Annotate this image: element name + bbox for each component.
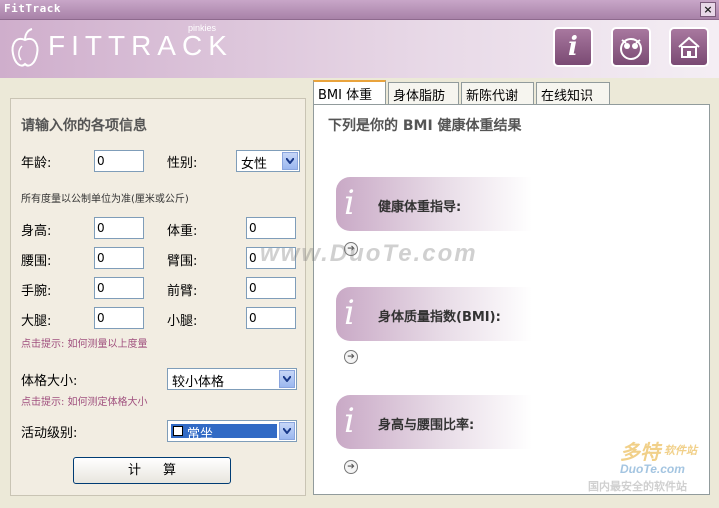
logo-text: FITTRACK: [48, 30, 233, 61]
chevron-down-icon: [279, 370, 295, 388]
gender-select[interactable]: 女性: [236, 150, 300, 172]
weight-input[interactable]: 0: [246, 217, 296, 239]
watermark-center: www.DuoTe.com: [260, 240, 478, 267]
bmi-label: 身体质量指数(BMI):: [378, 310, 501, 325]
chevron-down-icon: [279, 422, 295, 440]
app-window: FitTrack × FITTRACK pinkies i 请输入你的各项信息 …: [0, 0, 719, 508]
wrist-label: 手腕:: [21, 284, 52, 299]
info-icon: i: [344, 293, 355, 333]
weight-label: 体重:: [167, 224, 198, 239]
tab-body-fat[interactable]: 身体脂肪: [388, 82, 459, 104]
activity-label: 活动级别:: [21, 426, 78, 441]
input-panel: 请输入你的各项信息 年龄: 0 性别: 女性 所有度量以公制单位为准(厘米或公斤…: [10, 98, 306, 496]
frame-select[interactable]: 较小体格: [167, 368, 297, 390]
waist-input[interactable]: 0: [94, 247, 144, 269]
wrist-input[interactable]: 0: [94, 277, 144, 299]
info-icon: i: [344, 401, 355, 441]
owl-button[interactable]: [611, 27, 651, 67]
calculate-button[interactable]: 计算: [73, 457, 231, 484]
activity-value: 常坐: [187, 427, 214, 442]
apple-logo-icon: [11, 28, 39, 67]
tab-metabolism[interactable]: 新陈代谢: [461, 82, 534, 104]
owl-icon: [620, 38, 642, 60]
healthy-weight-label: 健康体重指导:: [378, 200, 462, 215]
arm-label: 臂围:: [167, 254, 198, 269]
thigh-label: 大腿:: [21, 314, 52, 329]
healthy-weight-card: i 健康体重指导:: [336, 177, 532, 231]
frame-hint-link[interactable]: 点击提示: 如何测定体格大小: [21, 393, 148, 408]
frame-label: 体格大小:: [21, 374, 78, 389]
bmi-card: i 身体质量指数(BMI):: [336, 287, 532, 341]
close-button[interactable]: ×: [700, 2, 716, 17]
height-label: 身高:: [21, 224, 52, 239]
age-input[interactable]: 0: [94, 150, 144, 172]
info-icon: i: [344, 183, 355, 223]
waist-ratio-card: i 身高与腰围比率:: [336, 395, 532, 449]
watermark-brand: 多特: [620, 442, 660, 464]
activity-swatch: [173, 426, 183, 436]
window-title: FitTrack: [4, 2, 61, 15]
results-title: 下列是你的 BMI 健康体重结果: [328, 118, 522, 134]
info-icon: i: [568, 32, 578, 62]
height-input[interactable]: 0: [94, 217, 144, 239]
expand-arrow-icon[interactable]: ➔: [344, 460, 358, 474]
tab-online-knowledge[interactable]: 在线知识: [536, 82, 610, 104]
home-button[interactable]: [669, 27, 709, 67]
unit-note: 所有度量以公制单位为准(厘米或公斤): [21, 194, 189, 205]
forearm-label: 前臂:: [167, 284, 198, 299]
home-icon: [678, 36, 700, 58]
forearm-input[interactable]: 0: [246, 277, 296, 299]
calf-label: 小腿:: [167, 314, 198, 329]
activity-select[interactable]: 常坐: [167, 420, 297, 442]
info-button[interactable]: i: [553, 27, 593, 67]
chevron-down-icon: [282, 152, 298, 170]
thigh-input[interactable]: 0: [94, 307, 144, 329]
measure-hint-link[interactable]: 点击提示: 如何测量以上度量: [21, 335, 148, 350]
logo-subtitle: pinkies: [188, 23, 217, 33]
title-bar[interactable]: FitTrack ×: [0, 0, 719, 20]
watermark-slogan: 国内最安全的软件站: [588, 481, 687, 493]
form-heading: 请输入你的各项信息: [21, 118, 147, 134]
expand-arrow-icon[interactable]: ➔: [344, 350, 358, 364]
app-header: FITTRACK pinkies i: [0, 20, 719, 78]
tab-bmi-weight[interactable]: BMI 体重: [313, 80, 386, 104]
waist-label: 腰围:: [21, 254, 52, 269]
gender-label: 性别:: [167, 156, 198, 171]
watermark-brand-sub: 软件站: [664, 445, 697, 457]
frame-value: 较小体格: [172, 375, 225, 390]
age-label: 年龄:: [21, 156, 52, 171]
waist-ratio-label: 身高与腰围比率:: [378, 418, 475, 433]
calf-input[interactable]: 0: [246, 307, 296, 329]
gender-value: 女性: [241, 157, 268, 172]
watermark-site: DuoTe.com: [620, 462, 685, 476]
